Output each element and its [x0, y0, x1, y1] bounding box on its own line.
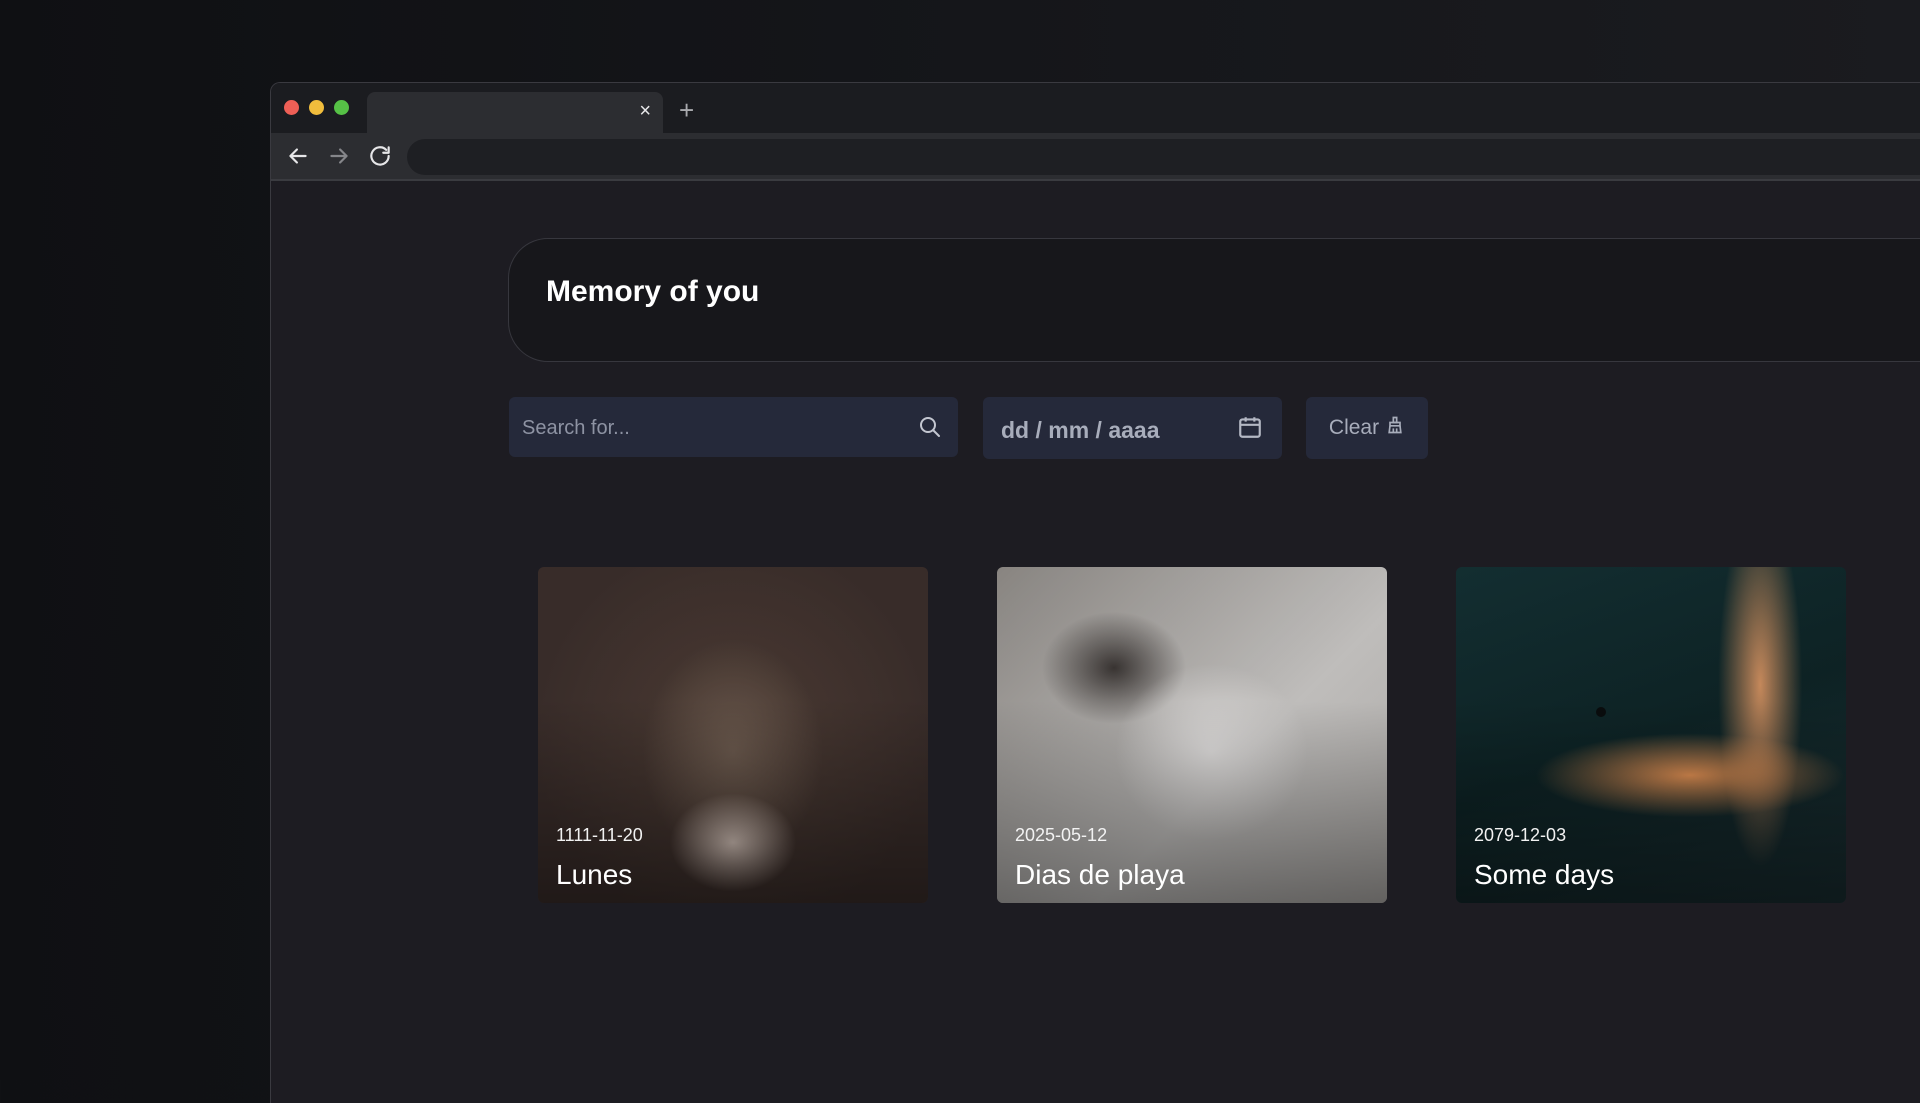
card-date: 2079-12-03	[1474, 825, 1567, 845]
browser-toolbar	[271, 133, 1920, 181]
address-bar[interactable]	[407, 139, 1920, 175]
forward-arrow-icon[interactable]	[326, 143, 352, 169]
title-bar: × +	[271, 83, 1920, 133]
search-input[interactable]	[520, 397, 904, 459]
new-tab-button[interactable]: +	[679, 97, 694, 123]
card-date: 2025-05-12	[1015, 825, 1108, 845]
browser-tab[interactable]: ×	[367, 92, 663, 133]
broom-icon	[1385, 415, 1405, 441]
browser-window: × + Memory of you dd / mm / aaaa	[270, 82, 1920, 1103]
memory-card[interactable]: 2079-12-03 Some days	[1456, 567, 1846, 903]
back-arrow-icon[interactable]	[285, 143, 311, 169]
header-card: Memory of you	[508, 238, 1920, 362]
date-field[interactable]: dd / mm / aaaa	[983, 397, 1282, 459]
card-title: Dias de playa	[1015, 859, 1185, 890]
clear-button[interactable]: Clear	[1306, 397, 1428, 459]
search-icon[interactable]	[918, 415, 942, 439]
page-content: Memory of you dd / mm / aaaa Clear	[271, 181, 1920, 1103]
close-window-button[interactable]	[284, 100, 299, 115]
card-title: Some days	[1474, 859, 1615, 890]
page-title: Memory of you	[546, 275, 760, 308]
maximize-window-button[interactable]	[334, 100, 349, 115]
tab-close-icon[interactable]: ×	[639, 101, 651, 121]
memory-card[interactable]: 2025-05-12 Dias de playa	[997, 567, 1387, 903]
search-box	[509, 397, 958, 459]
card-title: Lunes	[556, 859, 633, 890]
reload-icon[interactable]	[367, 143, 393, 169]
memory-card[interactable]: 1111-11-20 Lunes	[538, 567, 928, 903]
date-placeholder: dd / mm / aaaa	[1001, 417, 1160, 443]
clear-button-label: Clear	[1328, 416, 1380, 439]
card-date: 1111-11-20	[556, 825, 643, 845]
calendar-icon[interactable]	[1237, 414, 1263, 440]
minimize-window-button[interactable]	[309, 100, 324, 115]
